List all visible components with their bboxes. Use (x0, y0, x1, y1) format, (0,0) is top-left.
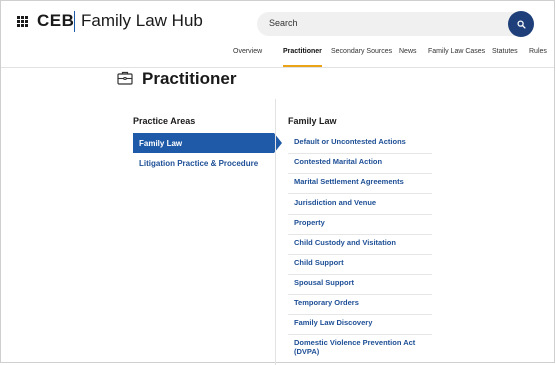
search-button[interactable] (508, 11, 534, 37)
app-frame: CEB Family Law Hub Search Overview Pract… (0, 0, 555, 365)
topic-link[interactable]: Contested Marital Action (288, 157, 432, 174)
topic-link[interactable]: Family Law Discovery (288, 318, 432, 335)
topic-link[interactable]: Temporary Orders (288, 298, 432, 315)
practice-area-family-law[interactable]: Family Law (133, 133, 282, 153)
top-bar: CEB Family Law Hub Search (1, 1, 554, 41)
topic-link[interactable]: Spousal Support (288, 278, 432, 295)
topic-link[interactable]: Child Support (288, 258, 432, 275)
family-law-heading: Family Law (288, 116, 337, 126)
nav-secondary-sources[interactable]: Secondary Sources (331, 48, 392, 55)
search-input[interactable]: Search (257, 11, 534, 37)
search-icon (516, 19, 526, 29)
search-placeholder: Search (269, 18, 298, 28)
brand-separator (74, 11, 75, 32)
nav-family-law-cases[interactable]: Family Law Cases (428, 48, 485, 55)
page-title: Practitioner (142, 69, 237, 88)
nav-divider (1, 67, 554, 68)
topic-link[interactable]: Marital Settlement Agreements (288, 177, 432, 194)
main-nav: Overview Practitioner Secondary Sources … (1, 48, 554, 64)
nav-rules[interactable]: Rules (529, 48, 547, 55)
practice-area-litigation[interactable]: Litigation Practice & Procedure (133, 153, 274, 173)
topic-link[interactable]: Jurisdiction and Venue (288, 198, 432, 215)
nav-news[interactable]: News (399, 48, 417, 55)
brand-logo[interactable]: CEB (37, 11, 74, 31)
nav-practitioner[interactable]: Practitioner (283, 48, 322, 55)
briefcase-icon (117, 71, 133, 85)
nav-overview[interactable]: Overview (233, 48, 262, 55)
topic-link[interactable]: Domestic Violence Prevention Act (DVPA) (288, 338, 432, 361)
product-name[interactable]: Family Law Hub (81, 11, 203, 31)
practice-areas-heading: Practice Areas (133, 116, 196, 126)
topic-link[interactable]: Property (288, 218, 432, 235)
topic-link[interactable]: Default or Uncontested Actions (288, 137, 432, 154)
app-grid-icon[interactable] (17, 16, 28, 27)
nav-statutes[interactable]: Statutes (492, 48, 518, 55)
topic-link[interactable]: Child Custody and Visitation (288, 238, 432, 255)
column-divider (275, 99, 276, 365)
